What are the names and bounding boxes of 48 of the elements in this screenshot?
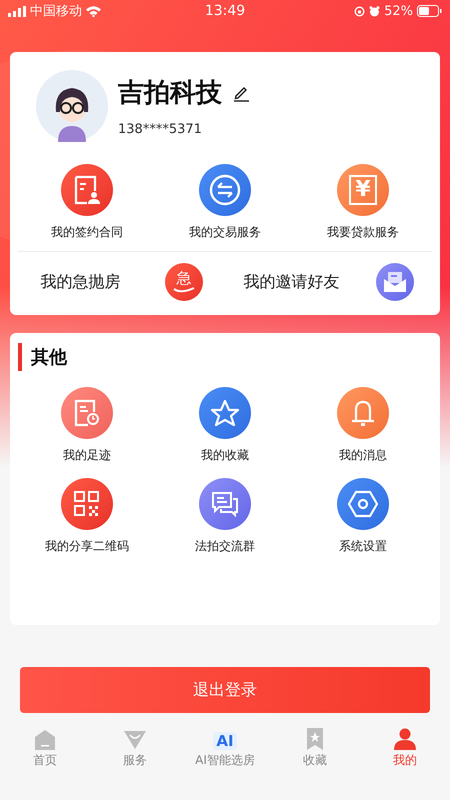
service-item[interactable]: 我的交易服务 [156, 164, 294, 241]
envelope-icon [382, 271, 407, 293]
avatar-icon [36, 70, 108, 142]
bookmark-icon [306, 728, 324, 750]
qr-code-icon [74, 491, 100, 517]
service-item[interactable]: 我的签约合同 [18, 164, 156, 241]
menu-label: 我的收藏 [201, 447, 249, 464]
user-name: 吉拍科技 [118, 77, 222, 110]
signal-icon [8, 6, 26, 16]
menu-label: 我的分享二维码 [45, 538, 129, 555]
service-label: 我要贷款服务 [327, 224, 399, 241]
menu-label: 我的足迹 [63, 447, 111, 464]
wifi-icon [86, 6, 101, 16]
exchange-icon [209, 174, 241, 206]
document-icon [73, 175, 101, 205]
bell-icon [350, 399, 376, 427]
menu-label: 系统设置 [339, 538, 387, 555]
money-icon: ¥ [349, 175, 377, 205]
tab[interactable]: 我的 [360, 723, 450, 775]
service-item[interactable]: ¥ 我要贷款服务 [294, 164, 432, 241]
clock-time: 13:49 [204, 3, 246, 19]
menu-label: 我的消息 [339, 447, 387, 464]
menu-item[interactable]: 我的消息 [294, 387, 432, 464]
carrier-name: 中国移动 [30, 3, 82, 20]
person-icon [394, 728, 416, 750]
menu-item[interactable]: 系统设置 [294, 478, 432, 555]
chat-icon [211, 491, 239, 517]
ai-icon: AI [213, 732, 237, 750]
shortcut-item[interactable]: 我的邀请好友 [225, 263, 432, 301]
shortcut-item[interactable]: 我的急抛房 急 [18, 263, 225, 301]
menu-item[interactable]: 我的分享二维码 [18, 478, 156, 555]
rotation-lock-icon [354, 6, 366, 16]
section-title: 其他 [31, 346, 67, 369]
battery-icon [416, 5, 442, 17]
menu-item[interactable]: 法拍交流群 [156, 478, 294, 555]
phone-number: 138****5371 [118, 122, 203, 137]
star-icon [210, 399, 240, 427]
service-label: 我的签约合同 [51, 224, 123, 241]
service-label: 我的交易服务 [189, 224, 261, 241]
menu-item[interactable]: 我的足迹 [18, 387, 156, 464]
menu-item[interactable]: 我的收藏 [156, 387, 294, 464]
house-icon [34, 730, 56, 750]
battery-percent: 52% [384, 4, 413, 18]
settings-icon [348, 490, 378, 518]
menu-label: 法拍交流群 [195, 538, 255, 555]
tab[interactable]: AI AI智能选房 [180, 723, 270, 775]
logout-button[interactable]: 退出登录 [20, 667, 430, 713]
document-clock-icon [74, 399, 100, 427]
